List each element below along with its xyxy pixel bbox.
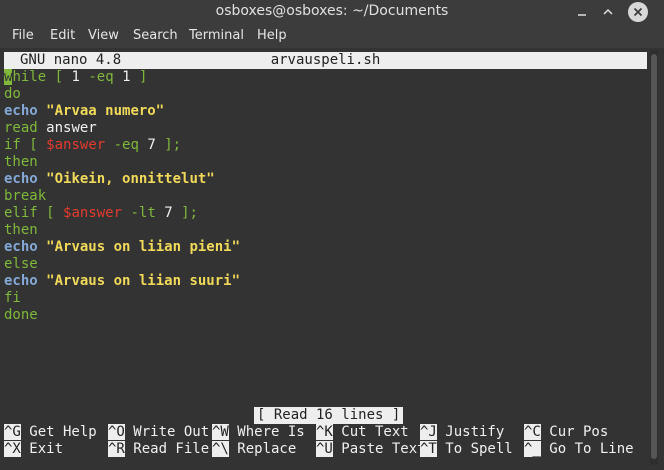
menu-bar: File Edit View Search Terminal Help [0,24,664,48]
shortcut-key: ^T [420,441,437,457]
menu-help[interactable]: Help [257,28,287,43]
shortcut-write-out[interactable]: ^O Write Out [108,424,209,441]
menu-file[interactable]: File [12,28,34,43]
shortcut-justify[interactable]: ^J Justify [420,424,504,441]
shortcut-key: ^U [316,441,333,457]
maximize-icon [603,8,613,15]
shortcut-replace[interactable]: ^\ Replace [212,441,296,458]
shortcut-read-file[interactable]: ^R Read File [108,441,209,458]
code-line: while [ 1 -eq 1 ] [4,69,148,85]
shortcut-key: ^O [108,424,125,440]
shortcut-key: ^W [212,424,229,440]
scrollbar[interactable] [650,50,658,465]
menu-search[interactable]: Search [133,28,178,43]
shortcut-exit[interactable]: ^X Exit [4,441,63,458]
shortcut-key: ^R [108,441,125,457]
shortcut-label: Read File [124,441,210,457]
status-message: [ Read 16 lines ] [254,407,404,424]
close-button[interactable] [628,2,648,22]
code-line: do [4,86,21,102]
shortcut-key: ^\ [212,441,229,457]
shortcut-label: Write Out [124,424,210,440]
terminal-window: osboxes@osboxes: ~/Documents File Edit V… [0,0,664,470]
shortcut-label: Go To Line [540,441,634,457]
shortcut-key: ^K [316,424,333,440]
shortcut-label: To Spell [436,441,513,457]
menu-view[interactable]: View [88,28,119,43]
code-line: echo "Arvaus on liian pieni" [4,239,241,255]
shortcut-go-to-line[interactable]: ^_ Go To Line [524,441,634,458]
minimize-button[interactable] [572,2,592,22]
code-line: else [4,256,38,272]
shortcut-label: Cur Pos [540,424,609,440]
shortcut-key: ^G [4,424,21,440]
code-line: done [4,307,38,323]
nano-header: GNU nano 4.8 arvauspeli.sh [4,52,647,69]
code-line: then [4,154,38,170]
code-editor[interactable]: while [ 1 -eq 1 ] do echo "Arvaa numero" re… [4,69,240,324]
shortcut-paste-text[interactable]: ^U Paste Text [316,441,426,458]
terminal-area[interactable]: GNU nano 4.8 arvauspeli.sh while [ 1 -eq… [4,50,647,465]
shortcut-label: Replace [228,441,297,457]
window-title: osboxes@osboxes: ~/Documents [215,3,449,19]
maximize-button[interactable] [598,2,618,22]
close-icon [633,7,643,17]
nano-filename: arvauspeli.sh [270,52,381,68]
shortcut-label: Cut Text [332,424,409,440]
code-line: echo "Oikein, onnittelut" [4,171,215,187]
shortcut-label: Justify [436,424,505,440]
code-line: break [4,188,47,204]
menu-edit[interactable]: Edit [50,28,75,43]
shortcut-where-is[interactable]: ^W Where Is [212,424,305,441]
code-line: elif [ $answer -lt 7 ]; [4,205,198,221]
shortcut-key: ^X [4,441,21,457]
shortcut-to-spell[interactable]: ^T To Spell [420,441,513,458]
code-line: read answer [4,120,97,136]
shortcut-cur-pos[interactable]: ^C Cur Pos [524,424,608,441]
shortcut-key: ^C [524,424,541,440]
code-line: echo "Arvaa numero" [4,103,165,119]
shortcut-key: ^_ [524,441,541,457]
code-line: echo "Arvaus on liian suuri" [4,273,241,289]
shortcut-key: ^J [420,424,437,440]
shortcut-get-help[interactable]: ^G Get Help [4,424,97,441]
shortcut-label: Exit [20,441,64,457]
code-line: if [ $answer -eq 7 ]; [4,137,182,153]
shortcut-cut-text[interactable]: ^K Cut Text [316,424,409,441]
shortcut-label: Get Help [20,424,97,440]
minimize-icon [578,14,586,16]
shortcut-label: Where Is [228,424,305,440]
code-line: fi [4,290,21,306]
scrollbar-thumb[interactable] [651,54,657,459]
shortcut-label: Paste Text [332,441,426,457]
menu-terminal[interactable]: Terminal [189,28,244,43]
title-bar[interactable]: osboxes@osboxes: ~/Documents [0,0,664,24]
code-line: then [4,222,38,238]
